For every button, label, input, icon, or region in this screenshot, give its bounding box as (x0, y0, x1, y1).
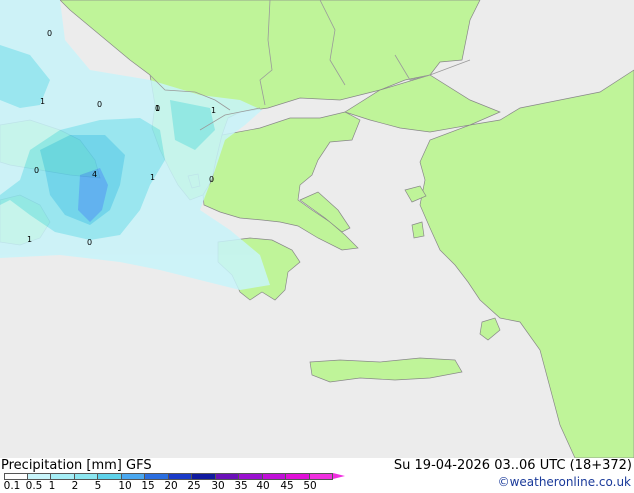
legend-tick-label: 2 (71, 480, 79, 492)
legend-tick-label: 0.5 (25, 480, 43, 492)
legend-tick-label: 30 (211, 480, 225, 492)
land-chios (411, 221, 425, 239)
legend-tick-label: 45 (280, 480, 294, 492)
legend-swatch (51, 473, 75, 480)
legend-tick-label: 20 (164, 480, 178, 492)
legend-swatch (286, 473, 310, 480)
legend-tick-label: 0.1 (3, 480, 21, 492)
legend-tick-label: 50 (303, 480, 317, 492)
legend-tick-label: 15 (141, 480, 155, 492)
legend-tick-label: 5 (94, 480, 102, 492)
legend-swatch (239, 473, 263, 480)
legend-tick-label: 40 (256, 480, 270, 492)
map-footer: Precipitation [mm] GFS Su 19-04-2026 03.… (0, 458, 634, 493)
legend-tick-label: 35 (234, 480, 248, 492)
contour-value-label: 1 (40, 97, 45, 106)
contour-value-label: 0 (209, 175, 214, 184)
legend-swatch (168, 473, 192, 480)
legend-arrow (333, 473, 345, 479)
contour-value-label: 0 (97, 100, 102, 109)
precipitation-map: 01 0 1 10 4 1 01 00 (0, 0, 634, 458)
legend-tick-label: 25 (187, 480, 201, 492)
contour-value-label: 1 (150, 173, 155, 182)
legend-swatch (215, 473, 239, 480)
valid-time: Su 19-04-2026 03..06 UTC (18+372) (393, 458, 632, 473)
legend-swatch (192, 473, 216, 480)
legend-swatch (121, 473, 145, 480)
legend-tick-label: 1 (48, 480, 56, 492)
legend-tick-label: 10 (118, 480, 132, 492)
legend-swatch (27, 473, 51, 480)
contour-value-label: 0 (47, 29, 52, 38)
legend-swatch (74, 473, 98, 480)
contour-value-label: 4 (92, 170, 97, 179)
contour-value-label: 0 (34, 166, 39, 175)
precipitation-legend-labels: 0.1 0.5 1 2 5 10 15 20 25 30 35 40 45 50 (0, 481, 340, 493)
contour-value-label: 1 (27, 235, 32, 244)
contour-value-label: 0 (155, 104, 160, 113)
contour-value-label: 0 (87, 238, 92, 247)
legend-swatch (262, 473, 286, 480)
contour-value-label: 1 (211, 106, 216, 115)
legend-swatch (98, 473, 122, 480)
credit-link[interactable]: ©weatheronline.co.uk (498, 475, 631, 489)
legend-swatch (4, 473, 28, 480)
legend-swatch (145, 473, 169, 480)
map-title: Precipitation [mm] GFS (1, 458, 152, 473)
legend-swatch (309, 473, 333, 480)
